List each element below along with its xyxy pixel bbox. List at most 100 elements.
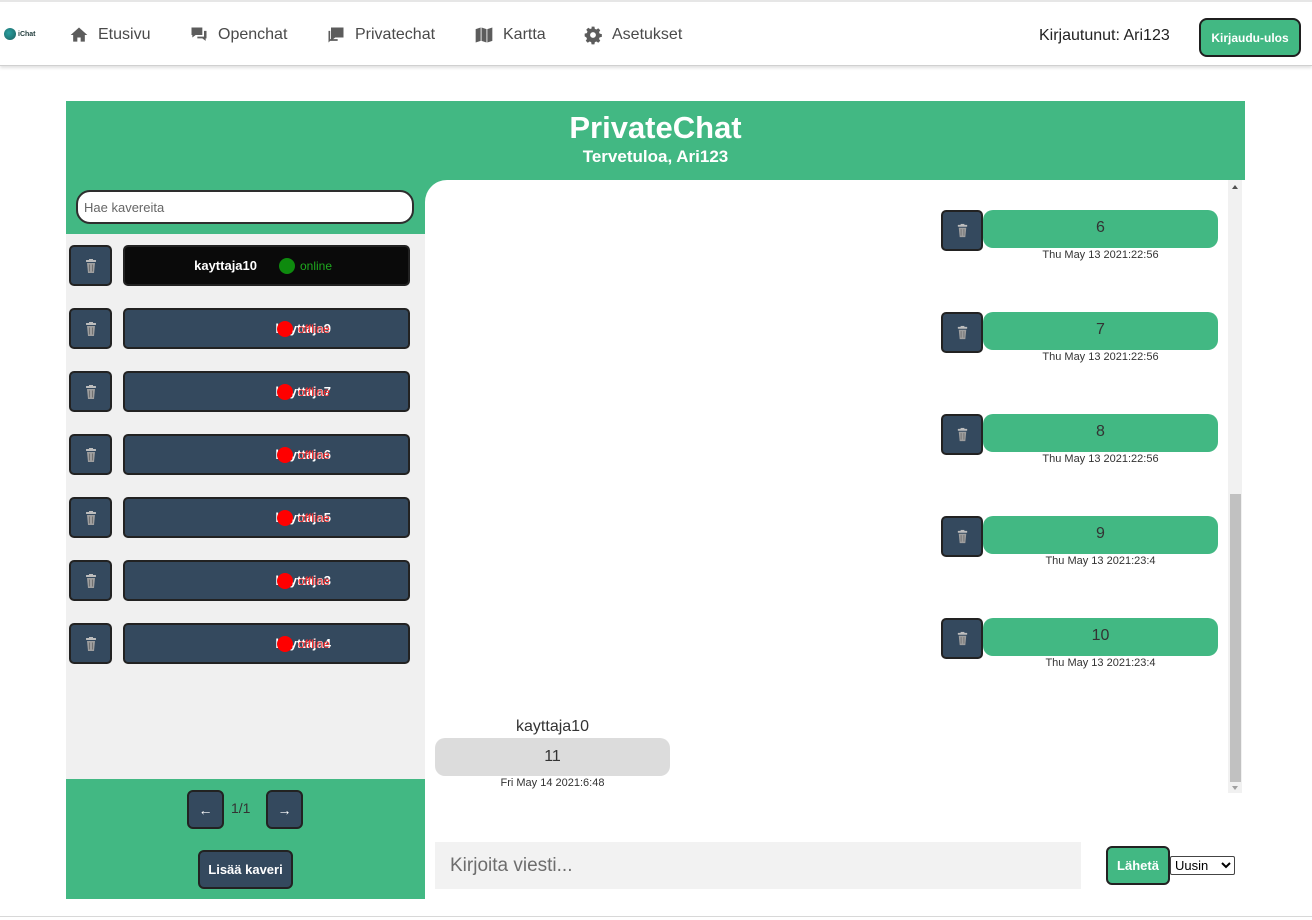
home-icon: [70, 27, 88, 42]
nav-label: Privatechat: [355, 26, 436, 43]
friend-item[interactable]: kayttaja7 offline: [123, 371, 410, 412]
friend-search-input[interactable]: [76, 190, 414, 224]
page-indicator: 1/1: [231, 800, 251, 816]
delete-friend-button[interactable]: [69, 308, 112, 349]
friend-item[interactable]: kayttaja4 offline: [123, 623, 410, 664]
welcome-subtitle: Tervetuloa, Ari123: [582, 147, 729, 166]
chat-panel: 6 Thu May 13 2021:22:56 7 Thu May 13 2021:2…: [425, 180, 1245, 899]
delete-message-button[interactable]: [941, 414, 983, 455]
status-dot-icon: [279, 257, 295, 274]
friend-item[interactable]: kayttaja3 offline: [123, 560, 410, 601]
private-chat-icon: [328, 27, 344, 43]
friend-row: kayttaja6 offline: [69, 434, 413, 476]
message-timestamp: Thu May 13 2021:23:4: [1045, 555, 1156, 567]
trash-icon: [957, 427, 967, 442]
nav-asetukset[interactable]: Asetukset: [583, 23, 682, 47]
page-title: PrivateChat: [569, 110, 742, 145]
friend-status: offline: [277, 572, 330, 589]
nav-kartta[interactable]: Kartta: [474, 23, 546, 47]
delete-friend-button[interactable]: [69, 623, 112, 664]
delete-message-button[interactable]: [941, 312, 983, 353]
nav-privatechat[interactable]: Privatechat: [326, 23, 435, 47]
delete-message-button[interactable]: [941, 618, 983, 659]
friend-name: kayttaja10: [194, 258, 257, 273]
status-text: offline: [298, 636, 330, 651]
sort-order-select[interactable]: Uusin: [1170, 856, 1235, 875]
friend-row: kayttaja7 offline: [69, 371, 413, 413]
status-text: online: [300, 258, 333, 273]
friend-status: offline: [277, 509, 330, 526]
friend-item[interactable]: kayttaja6 offline: [123, 434, 410, 475]
friend-status: online: [279, 257, 333, 274]
status-dot-icon: [277, 446, 293, 463]
friend-item[interactable]: kayttaja10 online: [123, 245, 410, 286]
delete-friend-button[interactable]: [69, 560, 112, 601]
scroll-thumb[interactable]: [1230, 494, 1241, 782]
trash-icon: [85, 447, 96, 462]
delete-friend-button[interactable]: [69, 245, 112, 286]
delete-friend-button[interactable]: [69, 497, 112, 538]
gear-icon: [584, 26, 602, 45]
chat-bubbles-icon: [191, 27, 207, 41]
message-sender: kayttaja10: [516, 718, 589, 735]
navbar: iChat Etusivu Openchat Privatechat Kartt…: [0, 4, 1312, 66]
message-bubble: 11: [435, 738, 670, 776]
message-bubble: 6: [983, 210, 1218, 248]
trash-icon: [85, 573, 96, 588]
status-dot-icon: [277, 320, 293, 337]
scroll-up-arrow[interactable]: [1232, 185, 1238, 189]
add-friend-button[interactable]: Lisää kaveri: [198, 850, 293, 889]
search-bar: [66, 180, 425, 234]
nav-etusivu[interactable]: Etusivu: [69, 23, 150, 47]
page-bottom-border: [0, 916, 1312, 917]
sent-message: 6 Thu May 13 2021:22:56: [941, 210, 1218, 270]
trash-icon: [85, 636, 96, 651]
friend-status: offline: [277, 635, 330, 652]
nav-label: Etusivu: [98, 26, 151, 43]
friend-status: offline: [277, 383, 330, 400]
message-bubble: 10: [983, 618, 1218, 656]
sent-message: 10 Thu May 13 2021:23:4: [941, 618, 1218, 678]
status-text: offline: [298, 321, 330, 336]
trash-icon: [957, 223, 967, 238]
app-logo[interactable]: iChat: [4, 27, 36, 41]
logo-text: iChat: [18, 30, 36, 38]
message-timestamp: Thu May 13 2021:22:56: [1042, 351, 1159, 363]
message-input[interactable]: [435, 842, 1081, 889]
next-page-button[interactable]: →: [266, 790, 303, 829]
chat-header: PrivateChat Tervetuloa, Ari123: [66, 101, 1245, 180]
sent-message: 7 Thu May 13 2021:22:56: [941, 312, 1218, 372]
message-bubble: 9: [983, 516, 1218, 554]
friends-sidebar: kayttaja10 online kayttaja9offline kayttaja…: [66, 180, 425, 899]
friend-row: kayttaja4 offline: [69, 623, 413, 665]
friend-item[interactable]: kayttaja9 offline: [123, 308, 410, 349]
message-timestamp: Thu May 13 2021:22:56: [1042, 453, 1159, 465]
map-icon: [475, 27, 493, 43]
received-message: kayttaja10 11 Fri May 14 2021:6:48: [435, 718, 670, 789]
logo-icon: [4, 28, 16, 40]
trash-icon: [85, 321, 96, 336]
prev-page-button[interactable]: ←: [187, 790, 224, 829]
status-text: offline: [298, 384, 330, 399]
logout-button[interactable]: Kirjaudu-ulos: [1199, 18, 1301, 57]
send-button[interactable]: Lähetä: [1106, 846, 1170, 885]
friend-row: kayttaja10 online: [69, 245, 413, 287]
sent-message: 9 Thu May 13 2021:23:4: [941, 516, 1218, 576]
delete-friend-button[interactable]: [69, 371, 112, 412]
status-dot-icon: [277, 572, 293, 589]
chat-scrollbar[interactable]: [1228, 180, 1242, 793]
trash-icon: [957, 325, 967, 340]
delete-message-button[interactable]: [941, 516, 983, 557]
friend-row: kayttaja9 offline: [69, 308, 413, 350]
friend-status: offline: [277, 446, 330, 463]
friend-item[interactable]: kayttaja5 offline: [123, 497, 410, 538]
page: iChat Etusivu Openchat Privatechat Kartt…: [0, 0, 1312, 920]
trash-icon: [85, 384, 96, 399]
nav-openchat[interactable]: Openchat: [189, 23, 287, 47]
sent-message: 8 Thu May 13 2021:22:56: [941, 414, 1218, 474]
delete-friend-button[interactable]: [69, 434, 112, 475]
delete-message-button[interactable]: [941, 210, 983, 251]
status-text: offline: [298, 573, 330, 588]
scroll-down-arrow[interactable]: [1232, 786, 1238, 790]
friend-row: kayttaja3 offline: [69, 560, 413, 602]
